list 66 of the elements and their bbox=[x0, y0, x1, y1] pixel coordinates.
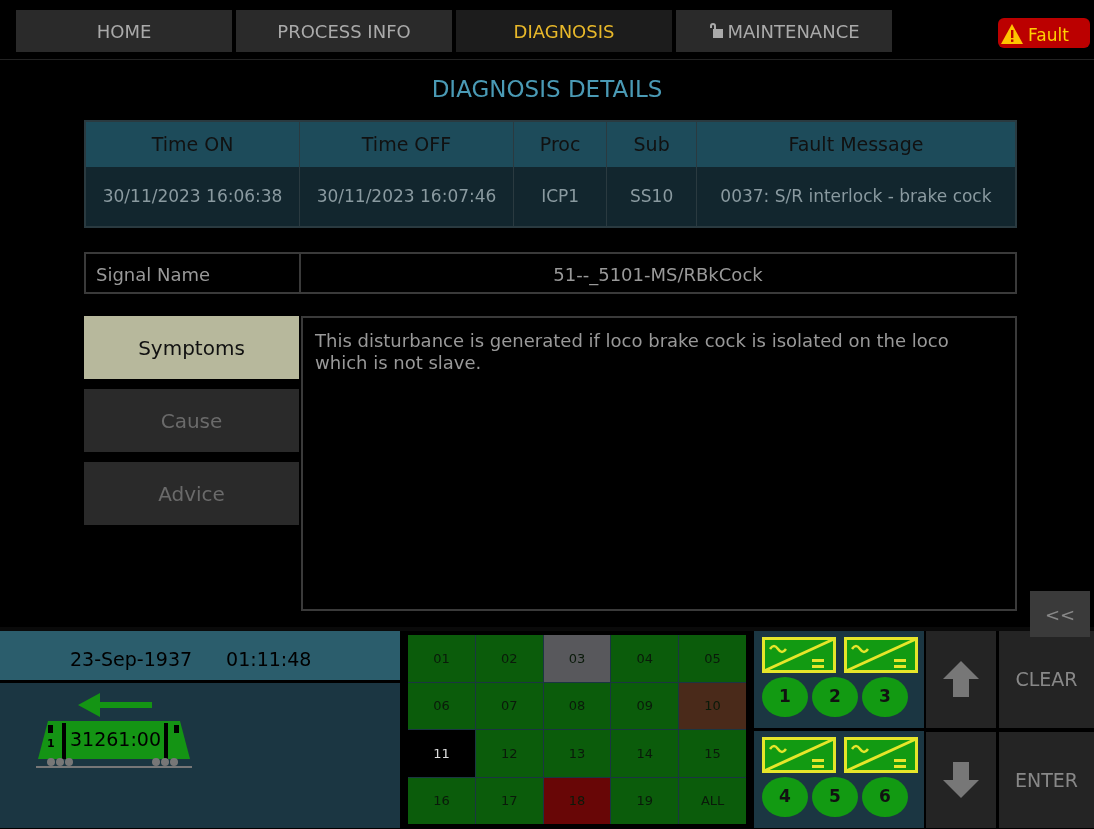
table-cell: 0037: S/R interlock - brake cock bbox=[696, 167, 1016, 227]
column-header: Fault Message bbox=[696, 121, 1016, 167]
unit-tile[interactable]: 17 bbox=[475, 777, 543, 824]
loco-number: 31261:00 bbox=[70, 727, 162, 752]
fault-badge[interactable]: Fault bbox=[998, 18, 1090, 48]
unit-tile[interactable]: ALL bbox=[679, 777, 746, 824]
signal-label: Signal Name bbox=[86, 254, 301, 292]
column-header: Sub bbox=[606, 121, 697, 167]
unit-tile[interactable]: 07 bbox=[475, 682, 543, 729]
detail-tab[interactable]: Symptoms bbox=[84, 316, 299, 379]
unit-tile[interactable]: 19 bbox=[611, 777, 679, 824]
converter-number: 5 bbox=[812, 777, 858, 817]
unit-tile[interactable]: 06 bbox=[408, 682, 475, 729]
key-button[interactable]: ENTER bbox=[999, 731, 1094, 828]
unit-tile[interactable]: 09 bbox=[611, 682, 679, 729]
nav-tab[interactable]: DIAGNOSIS bbox=[456, 10, 672, 52]
unit-tile[interactable]: 13 bbox=[543, 730, 611, 777]
collapse-button[interactable]: << bbox=[1030, 591, 1090, 637]
column-header: Time ON bbox=[85, 121, 300, 167]
nav-tab[interactable]: HOME bbox=[16, 10, 232, 52]
converter-number: 2 bbox=[812, 677, 858, 717]
unit-tile[interactable]: 14 bbox=[611, 730, 679, 777]
unit-tile[interactable]: 10 bbox=[679, 682, 746, 729]
unit-tile[interactable]: 04 bbox=[611, 635, 679, 682]
unit-tile[interactable]: 01 bbox=[408, 635, 475, 682]
nav-tab[interactable]: PROCESS INFO bbox=[236, 10, 452, 52]
unit-tile[interactable]: 08 bbox=[543, 682, 611, 729]
unit-tile[interactable]: 18 bbox=[543, 777, 611, 824]
nav-tab[interactable]: MAINTENANCE bbox=[676, 10, 892, 52]
table-cell: 30/11/2023 16:07:46 bbox=[299, 167, 514, 227]
unit-tile[interactable]: 16 bbox=[408, 777, 475, 824]
converter-icon bbox=[844, 737, 918, 773]
warning-icon bbox=[1000, 23, 1024, 45]
signal-value: 51--_5101-MS/RBkCock bbox=[552, 263, 764, 288]
table-cell: SS10 bbox=[606, 167, 697, 227]
unit-tile[interactable]: 05 bbox=[679, 635, 746, 682]
time-text: 01:11:48 bbox=[226, 647, 312, 672]
key-button[interactable]: CLEAR bbox=[999, 631, 1094, 728]
cab-number: 1 bbox=[47, 736, 55, 752]
arrow-button[interactable] bbox=[926, 731, 996, 828]
column-header: Proc bbox=[513, 121, 607, 167]
converter-number: 6 bbox=[862, 777, 908, 817]
page-title: DIAGNOSIS DETAILS bbox=[430, 75, 664, 104]
converter-icon bbox=[844, 637, 918, 673]
detail-tab[interactable]: Advice bbox=[84, 462, 299, 525]
direction-arrow-icon bbox=[78, 693, 152, 717]
unit-tile[interactable]: 15 bbox=[679, 730, 746, 777]
converter-number: 1 bbox=[762, 677, 808, 717]
table-cell: ICP1 bbox=[513, 167, 607, 227]
description-text: This disturbance is generated if loco brake cock is isolated on the loco which is not slave. bbox=[301, 316, 1017, 611]
arrow-button[interactable] bbox=[926, 631, 996, 728]
padlock-icon bbox=[708, 23, 725, 39]
converter-icon bbox=[762, 737, 836, 773]
detail-tab[interactable]: Cause bbox=[84, 389, 299, 452]
unit-tile[interactable]: 02 bbox=[475, 635, 543, 682]
table-cell: 30/11/2023 16:06:38 bbox=[85, 167, 300, 227]
unit-tile[interactable]: 03 bbox=[543, 635, 611, 682]
up-arrow-icon bbox=[943, 661, 979, 698]
converter-icon bbox=[762, 637, 836, 673]
column-header: Time OFF bbox=[299, 121, 514, 167]
unit-tile[interactable]: 12 bbox=[475, 730, 543, 777]
converter-number: 4 bbox=[762, 777, 808, 817]
date-text: 23-Sep-1937 bbox=[70, 647, 193, 672]
down-arrow-icon bbox=[943, 761, 979, 798]
unit-tile[interactable]: 11 bbox=[408, 730, 475, 777]
converter-number: 3 bbox=[862, 677, 908, 717]
